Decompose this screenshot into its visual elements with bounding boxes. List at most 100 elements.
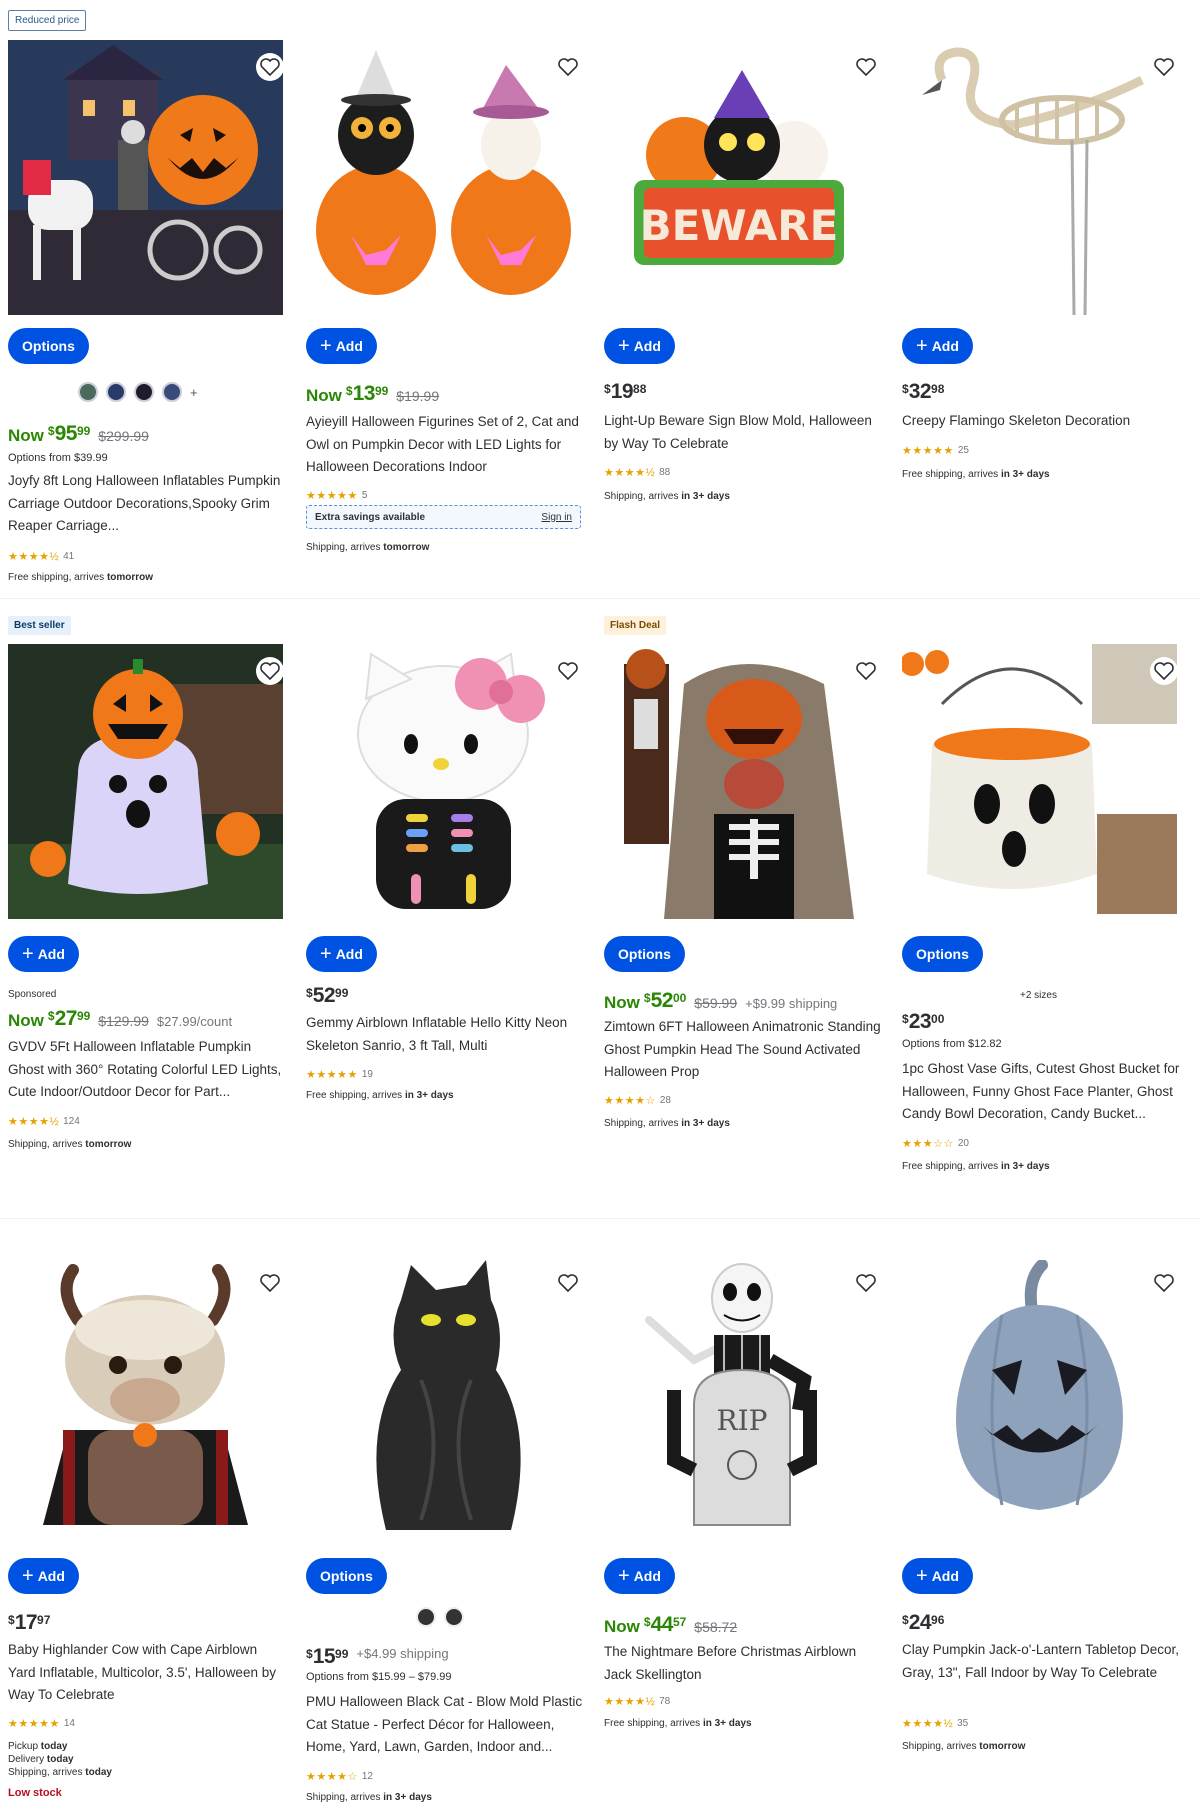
product-image[interactable] — [8, 644, 283, 919]
product-card[interactable]: BEWARE + Add $19 88 Light-Up Beware Sign B… — [604, 14, 894, 584]
product-title[interactable]: The Nightmare Before Christmas Airblown … — [604, 1641, 884, 1686]
add-to-cart-button[interactable]: + Add — [902, 328, 973, 364]
star-rating-icon: ★★★☆☆ — [902, 1138, 954, 1150]
product-title[interactable]: Ayieyill Halloween Figurines Set of 2, C… — [306, 411, 586, 479]
favorite-heart-icon[interactable] — [1150, 53, 1178, 81]
beware-sign-text: BEWARE — [640, 201, 839, 250]
product-card[interactable]: Options $15 99 +$4.99 shipping Options fr… — [306, 1245, 596, 1805]
product-card[interactable]: + Add $52 99 Gemmy Airblown Inflatable Hel… — [306, 620, 596, 1200]
shipping-info: Free shipping, arrives in 3+ days — [902, 469, 1050, 480]
product-card[interactable]: Flash Deal Options Now $52 00 $59.99 +$9… — [604, 616, 894, 1200]
product-card[interactable]: + Add Now $13 99 $19.99 Ayieyill Halloween … — [306, 14, 596, 584]
options-button[interactable]: Options — [604, 936, 685, 972]
pumpkin-ghost-image — [8, 644, 283, 919]
product-title[interactable]: Baby Highlander Cow with Cape Airblown Y… — [8, 1639, 288, 1707]
gray-clay-pumpkin-image — [956, 1260, 1123, 1510]
product-image[interactable] — [902, 1260, 1177, 1535]
product-card[interactable]: + Add $24 96 Clay Pumpkin Jack-o'-Lantern … — [902, 1245, 1192, 1805]
color-swatches — [416, 1607, 464, 1627]
product-image[interactable]: RIP — [604, 1260, 879, 1535]
swatch[interactable] — [78, 382, 98, 402]
swatch[interactable] — [416, 1607, 436, 1627]
options-button[interactable]: Options — [306, 1558, 387, 1594]
product-title[interactable]: PMU Halloween Black Cat - Blow Mold Plas… — [306, 1691, 586, 1761]
product-title[interactable]: Zimtown 6FT Halloween Animatronic Standi… — [604, 1016, 884, 1084]
product-image[interactable] — [902, 40, 1177, 315]
favorite-heart-icon[interactable] — [852, 53, 880, 81]
product-image[interactable] — [604, 644, 879, 919]
add-to-cart-button[interactable]: + Add — [604, 328, 675, 364]
star-rating-icon: ★★★★½ — [8, 1116, 60, 1128]
product-image[interactable] — [8, 1260, 283, 1535]
favorite-heart-icon[interactable] — [256, 53, 284, 81]
ghost-animatronic-image — [624, 649, 854, 919]
price-row: $19 88 — [604, 380, 646, 404]
plus-icon: + — [916, 335, 928, 357]
sign-in-link[interactable]: Sign in — [541, 512, 572, 523]
shipping-info: Free shipping, arrives in 3+ days — [306, 1090, 454, 1101]
options-button[interactable]: Options — [8, 328, 89, 364]
product-image[interactable] — [306, 40, 581, 315]
plus-icon: + — [618, 1565, 630, 1587]
favorite-heart-icon[interactable] — [852, 657, 880, 685]
favorite-heart-icon[interactable] — [554, 53, 582, 81]
add-to-cart-button[interactable]: + Add — [8, 1558, 79, 1594]
product-card[interactable]: Best seller + Add Sponsored Now $27 99 $1 — [8, 616, 298, 1200]
product-title[interactable]: Clay Pumpkin Jack-o'-Lantern Tabletop De… — [902, 1639, 1182, 1684]
options-button[interactable]: Options — [902, 936, 983, 972]
favorite-heart-icon[interactable] — [256, 657, 284, 685]
shipping-info: Shipping, arrives tomorrow — [902, 1741, 1026, 1752]
current-price: Now $52 00 — [604, 989, 687, 1012]
favorite-heart-icon[interactable] — [852, 1269, 880, 1297]
product-title[interactable]: Light-Up Beware Sign Blow Mold, Hallowee… — [604, 410, 884, 455]
current-price: Now $13 99 — [306, 382, 389, 405]
plus-icon: + — [618, 335, 630, 357]
black-cat-image — [376, 1260, 521, 1530]
rating: ★★★★☆ 12 — [306, 1771, 373, 1783]
favorite-heart-icon[interactable] — [554, 1269, 582, 1297]
add-to-cart-button[interactable]: + Add — [306, 328, 377, 364]
add-to-cart-button[interactable]: + Add — [902, 1558, 973, 1594]
add-to-cart-button[interactable]: + Add — [8, 936, 79, 972]
size-count[interactable]: +2 sizes — [1020, 990, 1057, 1001]
product-title[interactable]: GVDV 5Ft Halloween Inflatable Pumpkin Gh… — [8, 1036, 288, 1106]
jack-skellington-image: RIP — [645, 1263, 817, 1526]
owl-cat-pumpkins-image — [316, 50, 571, 295]
product-image[interactable] — [8, 40, 283, 315]
product-title[interactable]: Gemmy Airblown Inflatable Hello Kitty Ne… — [306, 1012, 586, 1057]
product-image[interactable]: BEWARE — [604, 40, 879, 315]
star-rating-icon: ★★★★☆ — [306, 1771, 358, 1783]
swatch[interactable] — [162, 382, 182, 402]
product-title[interactable]: Joyfy 8ft Long Halloween Inflatables Pum… — [8, 470, 288, 540]
favorite-heart-icon[interactable] — [554, 657, 582, 685]
favorite-heart-icon[interactable] — [1150, 1269, 1178, 1297]
product-image[interactable] — [306, 1260, 581, 1535]
more-swatches-icon[interactable]: + — [190, 385, 198, 400]
ghost-bucket-image — [902, 644, 1177, 914]
add-to-cart-button[interactable]: + Add — [604, 1558, 675, 1594]
price-row: Now $13 99 $19.99 — [306, 382, 439, 406]
favorite-heart-icon[interactable] — [256, 1269, 284, 1297]
price-row: $17 97 — [8, 1611, 50, 1635]
rip-text: RIP — [717, 1404, 768, 1437]
rating: ★★★★½ 124 — [8, 1116, 80, 1128]
star-rating-icon: ★★★★☆ — [604, 1095, 656, 1107]
product-image[interactable] — [902, 644, 1177, 919]
product-image[interactable] — [306, 644, 581, 919]
favorite-heart-icon[interactable] — [1150, 657, 1178, 685]
product-card[interactable]: Options +2 sizes $23 00 Options from $12.… — [902, 620, 1192, 1200]
plus-icon: + — [22, 1565, 34, 1587]
product-card[interactable]: RIP + Add Now $44 57 $58.72 The Nightmare B… — [604, 1245, 894, 1805]
product-card[interactable]: + Add $17 97 Baby Highlander Cow with Cape… — [8, 1245, 298, 1805]
plus-icon: + — [320, 335, 332, 357]
swatch[interactable] — [106, 382, 126, 402]
product-title[interactable]: 1pc Ghost Vase Gifts, Cutest Ghost Bucke… — [902, 1058, 1182, 1128]
product-card[interactable]: + Add $32 98 Creepy Flamingo Skeleton Deco… — [902, 14, 1192, 584]
was-price: $58.72 — [694, 1619, 738, 1635]
add-to-cart-button[interactable]: + Add — [306, 936, 377, 972]
product-title[interactable]: Creepy Flamingo Skeleton Decoration — [902, 410, 1182, 433]
rating: ★★★★½ 41 — [8, 551, 75, 563]
product-card[interactable]: Reduced price Options + Now $ 95 99 $299… — [8, 10, 298, 584]
swatch[interactable] — [444, 1607, 464, 1627]
swatch[interactable] — [134, 382, 154, 402]
